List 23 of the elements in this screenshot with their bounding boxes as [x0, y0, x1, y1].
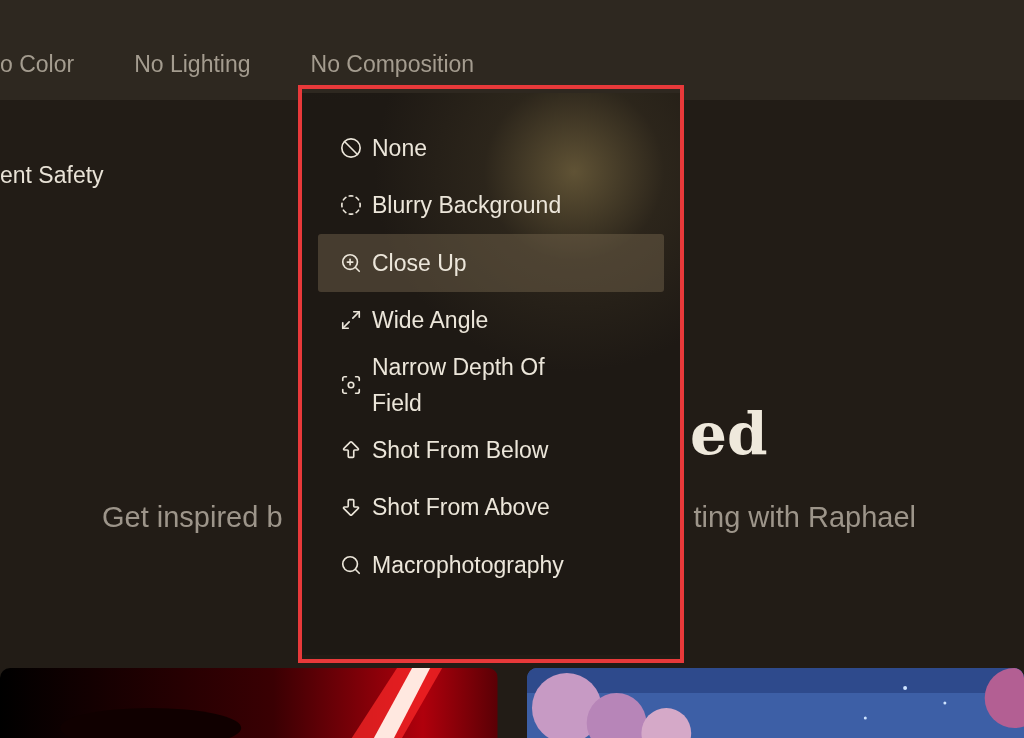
- expand-arrows-icon: [340, 309, 362, 332]
- search-icon: [340, 553, 362, 576]
- menu-item[interactable]: Shot From Above: [318, 478, 664, 536]
- prohibited-icon: [340, 136, 362, 159]
- filter-option[interactable]: No Lighting: [134, 50, 251, 78]
- menu-item[interactable]: Wide Angle: [318, 291, 664, 349]
- option-label: ent Safety: [0, 162, 104, 189]
- menu-item[interactable]: Narrow Depth Of Field: [318, 349, 664, 421]
- focus-frame-icon: [340, 374, 362, 396]
- arrow-down-icon: [340, 496, 362, 519]
- arrow-up-icon: [340, 438, 362, 461]
- menu-item[interactable]: Shot From Below: [318, 421, 664, 479]
- zoom-in-icon: [340, 251, 362, 274]
- filter-option[interactable]: No Composition: [310, 50, 475, 78]
- page-heading: ed: [690, 399, 768, 469]
- filter-option[interactable]: o Color: [0, 50, 75, 78]
- dashed-circle-icon: [340, 194, 362, 217]
- subtitle-text: Get inspired b: [102, 500, 283, 535]
- menu-item[interactable]: None: [318, 119, 664, 177]
- menu-item[interactable]: Macrophotography: [318, 536, 664, 594]
- menu-item[interactable]: Close Up: [318, 234, 664, 292]
- subtitle-text: ting with Raphael: [693, 500, 916, 535]
- menu-item[interactable]: Blurry Background: [318, 176, 664, 234]
